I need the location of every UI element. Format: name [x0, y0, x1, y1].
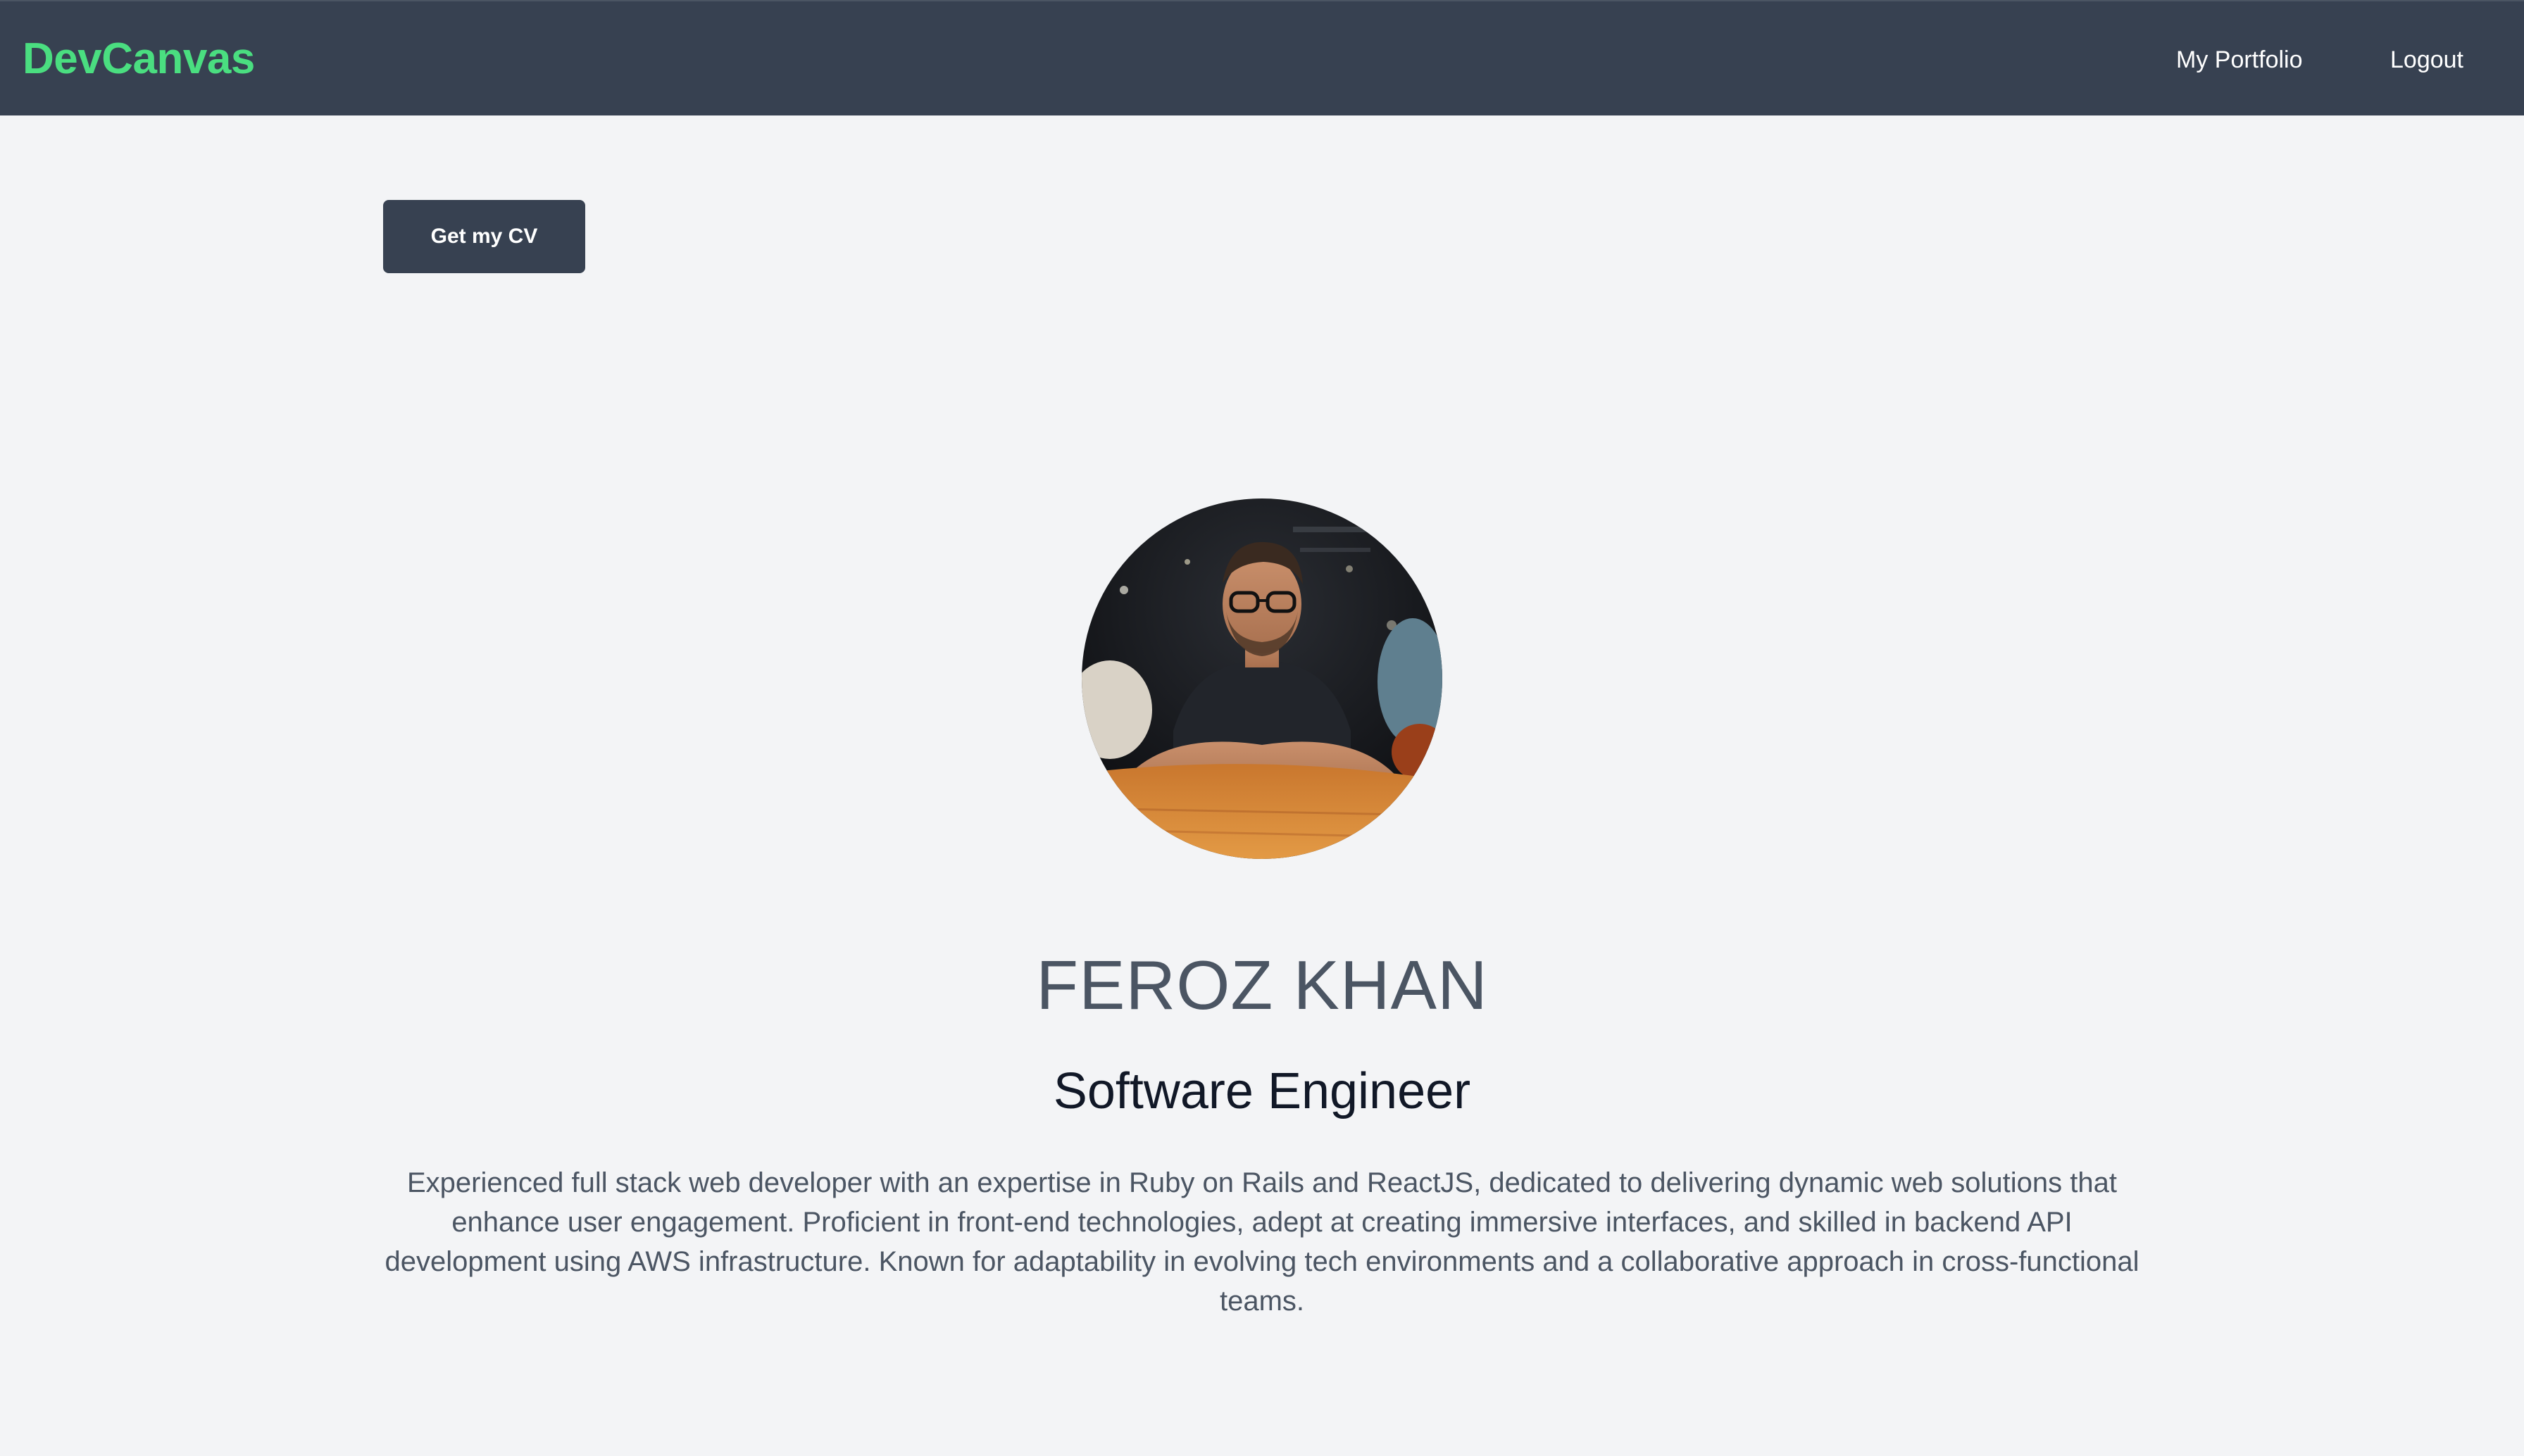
brand-logo[interactable]: DevCanvas [23, 31, 255, 87]
nav-link-logout[interactable]: Logout [2390, 42, 2463, 77]
get-cv-button[interactable]: Get my CV [383, 200, 585, 273]
profile-name: FEROZ KHAN [1036, 946, 1488, 1024]
avatar [1082, 498, 1442, 859]
profile-title: Software Engineer [1053, 1063, 1471, 1119]
top-navbar: DevCanvas My Portfolio Logout [0, 0, 2524, 115]
nav-link-my-portfolio[interactable]: My Portfolio [2176, 42, 2303, 77]
profile-photo-illustration [1082, 498, 1442, 859]
profile-bio: Experienced full stack web developer wit… [385, 1167, 2139, 1317]
